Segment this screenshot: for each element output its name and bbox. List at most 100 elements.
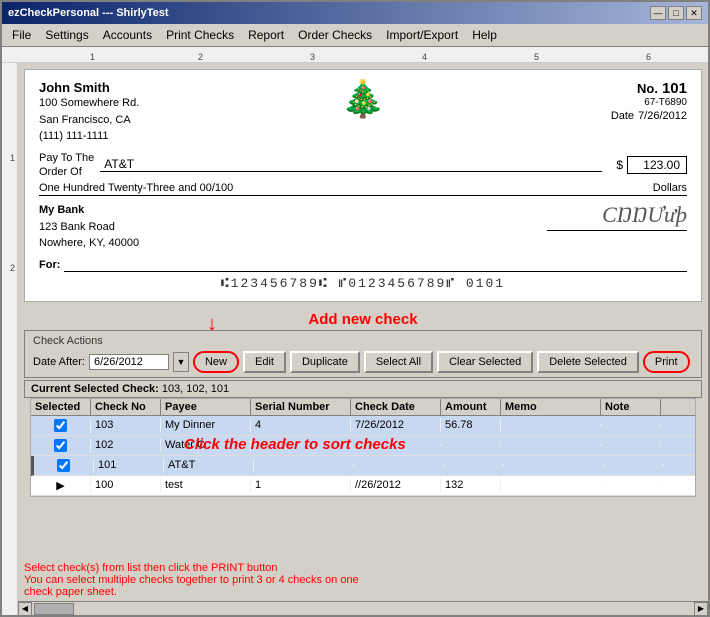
row1-note [601, 424, 661, 426]
row2-amount [441, 444, 501, 446]
col-serial[interactable]: Serial Number [251, 399, 351, 415]
scroll-right-button[interactable]: ▶ [694, 602, 708, 616]
date-after-input[interactable] [89, 354, 169, 370]
close-button[interactable]: ✕ [686, 6, 702, 20]
print-button[interactable]: Print [643, 351, 690, 373]
row3-note [604, 464, 664, 466]
main-content: 1 2 🎄 John Smith 100 Somewhere Rd. San F… [2, 63, 708, 615]
menu-report[interactable]: Report [242, 26, 290, 44]
menu-accounts[interactable]: Accounts [97, 26, 158, 44]
window-title: ezCheckPersonal --- ShirlyTest [8, 7, 169, 19]
duplicate-button[interactable]: Duplicate [290, 351, 360, 373]
scroll-track[interactable] [34, 603, 692, 615]
written-amount-line: One Hundred Twenty-Three and 00/100 Doll… [39, 181, 687, 196]
ruler-mark-3: 3 [310, 52, 315, 62]
row4-serial: 1 [251, 478, 351, 492]
for-label: For: [39, 259, 60, 271]
scroll-thumb[interactable] [34, 603, 74, 615]
check-name: John Smith [39, 80, 139, 95]
bank-info: My Bank 123 Bank Road Nowhere, KY, 40000 [39, 202, 139, 252]
row2-selected [31, 438, 91, 453]
row4-check-no: 100 [91, 478, 161, 492]
bottom-note: Select check(s) from list then click the… [24, 562, 702, 598]
bank-name: My Bank [39, 202, 139, 219]
row2-serial [251, 444, 351, 446]
col-note[interactable]: Note [601, 399, 661, 415]
current-selected-bar: Current Selected Check: 103, 102, 101 [24, 380, 702, 398]
row2-date [351, 444, 441, 446]
new-button[interactable]: New [193, 351, 239, 373]
col-check-no[interactable]: Check No [91, 399, 161, 415]
ruler-mark-6: 6 [646, 52, 651, 62]
routing-number: 67-T6890 [611, 97, 687, 108]
ruler-mark-4: 4 [422, 52, 427, 62]
bank-section: My Bank 123 Bank Road Nowhere, KY, 40000… [39, 202, 687, 252]
check-amount: 123.00 [627, 156, 687, 174]
row2-memo [501, 444, 601, 446]
table-body: 103 My Dinner 4 7/26/2012 56.78 102 Wate… [31, 416, 695, 496]
row3-date [354, 464, 444, 466]
signature-area: CŊŊƯưþ [547, 202, 687, 231]
menu-bar: File Settings Accounts Print Checks Repo… [2, 24, 708, 47]
actions-row: Date After: ▼ New ↓ Edit Duplicate [33, 351, 693, 373]
new-btn-wrapper: New ↓ [193, 351, 239, 373]
table-row-current[interactable]: 101 AT&T [31, 456, 695, 476]
bank-address1: 123 Bank Road [39, 219, 139, 236]
row4-memo [501, 484, 601, 486]
menu-file[interactable]: File [6, 26, 37, 44]
menu-order-checks[interactable]: Order Checks [292, 26, 378, 44]
col-selected[interactable]: Selected [31, 399, 91, 415]
row4-note [601, 484, 661, 486]
scroll-left-button[interactable]: ◀ [18, 602, 32, 616]
menu-print-checks[interactable]: Print Checks [160, 26, 240, 44]
edit-button[interactable]: Edit [243, 351, 286, 373]
table-header: Selected Check No Payee Serial Number Ch… [31, 399, 695, 416]
title-bar-buttons: — □ ✕ [650, 6, 702, 20]
signature: CŊŊƯưþ [602, 202, 687, 228]
v-ruler-mark-2: 2 [10, 263, 15, 273]
select-all-button[interactable]: Select All [364, 351, 433, 373]
row3-checkbox[interactable] [57, 459, 70, 472]
menu-help[interactable]: Help [466, 26, 503, 44]
col-amount[interactable]: Amount [441, 399, 501, 415]
row3-payee: AT&T [164, 458, 254, 472]
check-date-line: Date 7/26/2012 [611, 110, 687, 122]
check-sender-info: John Smith 100 Somewhere Rd. San Francis… [39, 80, 139, 145]
clear-selected-button[interactable]: Clear Selected [437, 351, 533, 373]
check-amount-box: $ 123.00 [616, 156, 687, 174]
row1-payee: My Dinner [161, 418, 251, 432]
col-memo[interactable]: Memo [501, 399, 601, 415]
row2-note [601, 444, 661, 446]
for-line: For: [39, 258, 687, 272]
bottom-note-line3: check paper sheet. [24, 586, 702, 598]
row3-check-no: 101 [94, 458, 164, 472]
main-window: ezCheckPersonal --- ShirlyTest — □ ✕ Fil… [0, 0, 710, 617]
bank-address2: Nowhere, KY, 40000 [39, 235, 139, 252]
date-dropdown-button[interactable]: ▼ [173, 352, 189, 372]
row1-memo [501, 424, 601, 426]
row1-checkbox[interactable] [54, 419, 67, 432]
col-date[interactable]: Check Date [351, 399, 441, 415]
table-row[interactable]: ▶ 100 test 1 //26/2012 132 [31, 476, 695, 496]
menu-settings[interactable]: Settings [39, 26, 94, 44]
horizontal-scrollbar[interactable]: ◀ ▶ [18, 601, 708, 615]
row2-checkbox[interactable] [54, 439, 67, 452]
delete-selected-button[interactable]: Delete Selected [537, 351, 639, 373]
payee-name: AT&T [100, 157, 602, 172]
table-row[interactable]: 102 Water C [31, 436, 695, 456]
row3-amount [444, 464, 504, 466]
v-ruler-mark-1: 1 [10, 153, 15, 163]
menu-import-export[interactable]: Import/Export [380, 26, 464, 44]
row1-date: 7/26/2012 [351, 418, 441, 432]
check-address: 100 Somewhere Rd. San Francisco, CA (111… [39, 95, 139, 145]
minimize-button[interactable]: — [650, 6, 666, 20]
check-decoration: 🎄 [341, 78, 386, 120]
row1-amount: 56.78 [441, 418, 501, 432]
row4-amount: 132 [441, 478, 501, 492]
row3-memo [504, 464, 604, 466]
new-arrow-annotation: ↓ [207, 313, 217, 336]
check-phone: (111) 111-1111 [39, 128, 139, 145]
col-payee[interactable]: Payee [161, 399, 251, 415]
table-row[interactable]: 103 My Dinner 4 7/26/2012 56.78 [31, 416, 695, 436]
maximize-button[interactable]: □ [668, 6, 684, 20]
